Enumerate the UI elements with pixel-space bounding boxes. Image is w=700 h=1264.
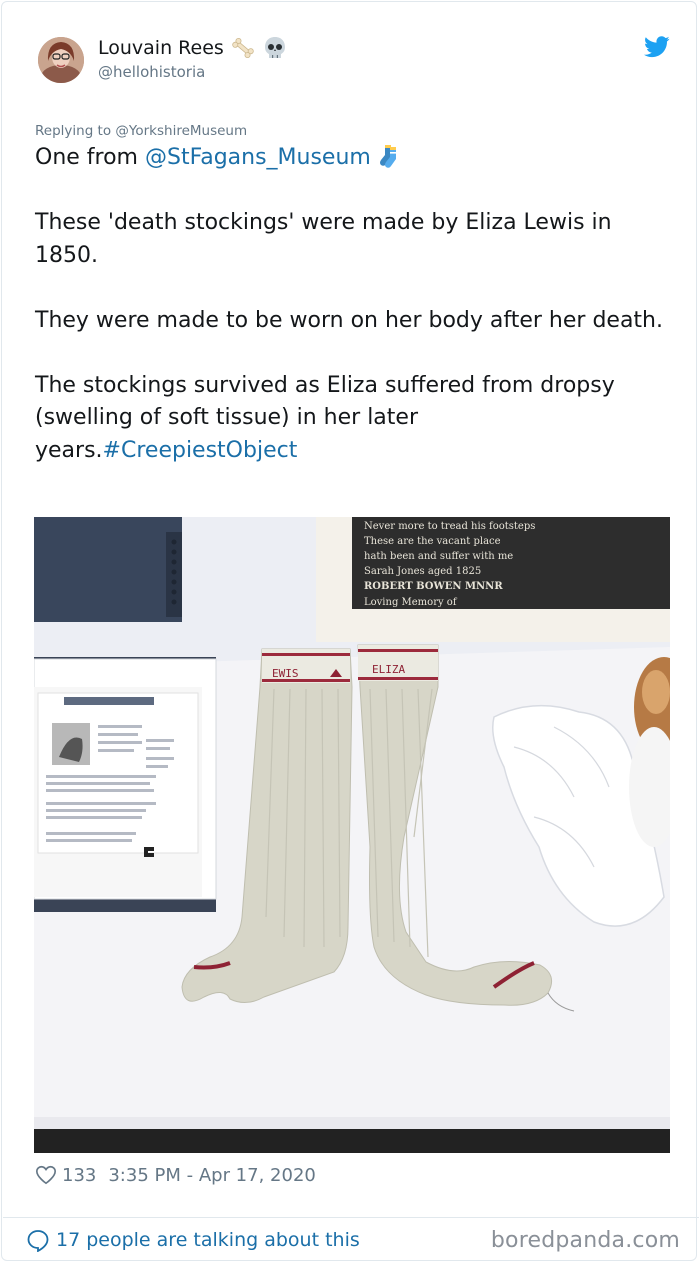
author-display-name[interactable]: Louvain Rees xyxy=(98,35,224,61)
divider xyxy=(3,1217,699,1218)
twitter-bird-icon[interactable] xyxy=(644,36,670,58)
bone-icon xyxy=(232,37,254,59)
tweet-paragraph-4: The stockings survived as Eliza suffered… xyxy=(35,370,675,468)
hashtag-link[interactable]: #CreepiestObject xyxy=(103,438,298,463)
sampler-line-5: ROBERT BOWEN MNNR xyxy=(364,581,503,592)
tweet-line-1: One from @StFagans_Museum xyxy=(35,142,675,175)
conversation-text[interactable]: 17 people are talking about this xyxy=(56,1229,360,1251)
heart-icon[interactable] xyxy=(35,1164,57,1186)
tweet-card: Louvain Rees @hellohistoria Replying to … xyxy=(1,1,699,1261)
author-name-row[interactable]: Louvain Rees xyxy=(98,35,288,61)
skull-icon xyxy=(264,37,285,58)
sampler-line-4: Sarah Jones aged 1825 xyxy=(364,566,481,577)
tweet-text: One from @StFagans_Museum These 'death s… xyxy=(35,142,675,467)
watermark: boredpanda.com xyxy=(490,1228,680,1253)
speech-bubble-icon xyxy=(27,1230,49,1252)
tweet-photo[interactable]: Never more to tread his footsteps These … xyxy=(34,517,670,1153)
mention-link[interactable]: @StFagans_Museum xyxy=(145,145,371,170)
sampler-line-3: hath been and suffer with me xyxy=(364,551,513,562)
author-handle[interactable]: @hellohistoria xyxy=(98,63,205,81)
sampler-line-2: These are the vacant place xyxy=(364,536,501,547)
conversation-link[interactable]: 17 people are talking about this xyxy=(26,1228,360,1252)
like-count[interactable]: 133 xyxy=(62,1165,96,1186)
timestamp[interactable]: 3:35 PM - Apr 17, 2020 xyxy=(108,1165,315,1186)
tweet-line-1-text: One from xyxy=(35,145,145,170)
tweet-meta: 133 3:35 PM - Apr 17, 2020 xyxy=(35,1164,316,1186)
tweet-paragraph-2: These 'death stockings' were made by Eli… xyxy=(35,210,612,268)
right-stocking-knit: ELIZA xyxy=(372,663,405,676)
left-stocking-knit: EWIS xyxy=(272,667,299,680)
stockings-photo: Never more to tread his footsteps These … xyxy=(34,517,670,1153)
sampler-line-6: Loving Memory of xyxy=(364,597,458,608)
tweet-paragraph-3: They were made to be worn on her body af… xyxy=(35,307,663,333)
sampler-line-1: Never more to tread his footsteps xyxy=(364,521,535,532)
reply-context[interactable]: Replying to @YorkshireMuseum xyxy=(35,123,247,139)
avatar-image xyxy=(38,37,84,83)
avatar[interactable] xyxy=(38,37,84,83)
socks-icon xyxy=(379,145,396,168)
